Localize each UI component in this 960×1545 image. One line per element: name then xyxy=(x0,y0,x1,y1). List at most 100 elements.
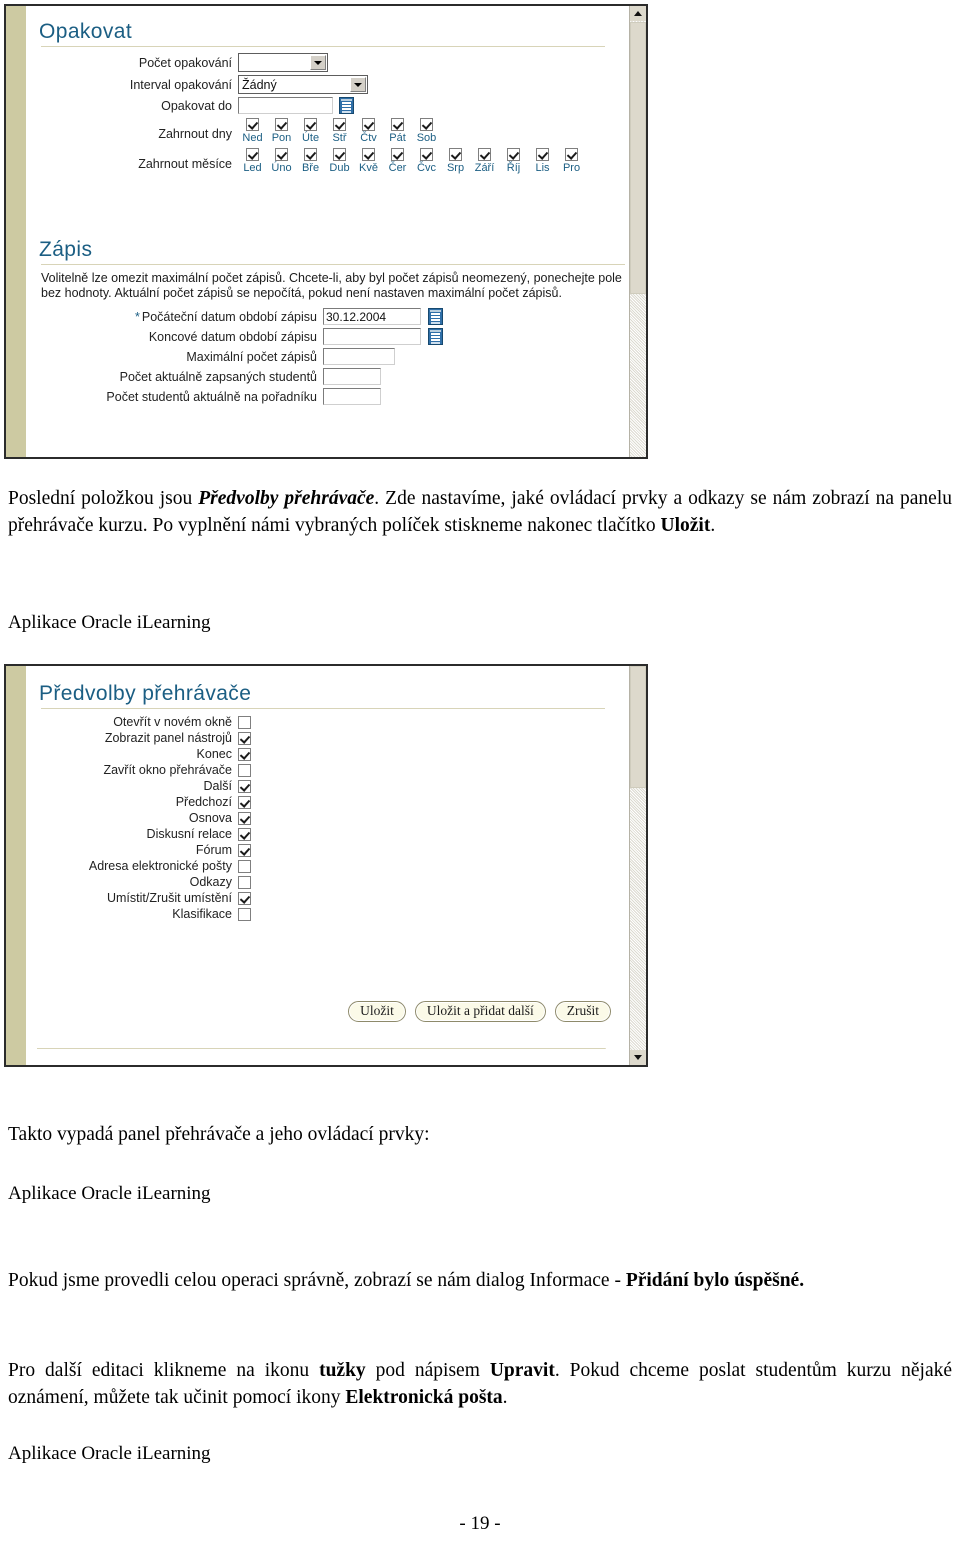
checkbox-forum[interactable] xyxy=(238,843,251,857)
label-pocet-opakovani: Počet opakování xyxy=(138,55,232,70)
select-interval-opakovani[interactable]: Žádný xyxy=(238,75,368,94)
section-heading-opakovat: Opakovat xyxy=(39,20,133,43)
scrollbar-thumb[interactable] xyxy=(630,666,646,788)
day-label: Pát xyxy=(389,132,406,144)
checkbox-led[interactable] xyxy=(246,148,259,161)
label-zavrit-okno-prehravace: Zavřít okno přehrávače xyxy=(103,763,232,777)
vertical-scrollbar-top[interactable] xyxy=(629,6,646,457)
checkbox-zavrit-okno-prehravace[interactable] xyxy=(238,763,251,777)
label-zobrazit-panel-nastroju: Zobrazit panel nástrojů xyxy=(104,731,232,745)
day-checkbox-sob[interactable]: Sob xyxy=(412,118,441,144)
checkbox-osnova[interactable] xyxy=(238,811,251,825)
checkbox-zobrazit-panel-nastroju[interactable] xyxy=(238,731,251,745)
scroll-down-arrow-icon[interactable] xyxy=(630,1050,646,1065)
checkbox-ute[interactable] xyxy=(304,118,317,131)
section-rule xyxy=(41,264,625,265)
label-odkazy: Odkazy xyxy=(189,875,232,889)
month-checkbox-bre[interactable]: Bře xyxy=(296,148,325,174)
day-checkbox-pon[interactable]: Pon xyxy=(267,118,296,144)
caption-aplikace-1: Aplikace Oracle iLearning xyxy=(8,612,211,633)
month-checkbox-led[interactable]: Led xyxy=(238,148,267,174)
calendar-icon[interactable] xyxy=(428,308,443,326)
month-checkbox-pro[interactable]: Pro xyxy=(557,148,586,174)
checkbox-diskusni-relace[interactable] xyxy=(238,827,251,841)
para3-part-a: Pokud jsme provedli celou operaci správn… xyxy=(8,1270,626,1291)
day-checkbox-str[interactable]: Stř xyxy=(325,118,354,144)
app-left-accent-strip xyxy=(6,6,27,457)
day-checkbox-ned[interactable]: Ned xyxy=(238,118,267,144)
scroll-up-arrow-icon[interactable] xyxy=(630,6,646,21)
day-checkbox-pat[interactable]: Pát xyxy=(383,118,412,144)
month-checkbox-cvc[interactable]: Čvc xyxy=(412,148,441,174)
pref-row-konec: Konec xyxy=(37,747,617,761)
section-description-zapis: Volitelně lze omezit maximální počet záp… xyxy=(41,271,622,300)
checkbox-klasifikace[interactable] xyxy=(238,907,251,921)
para4-strong-tuzky: tužky xyxy=(319,1360,366,1381)
checkbox-odkazy[interactable] xyxy=(238,875,251,889)
input-pocet-zapsanych-studentu[interactable] xyxy=(323,368,381,386)
checkbox-ned[interactable] xyxy=(246,118,259,131)
input-pocet-studentu-poradnik[interactable] xyxy=(323,388,381,406)
checkbox-adresa-elektronicke-posty[interactable] xyxy=(238,859,251,873)
label-opakovat-do: Opakovat do xyxy=(161,98,232,113)
section-heading-zapis: Zápis xyxy=(39,238,93,261)
checkbox-cer[interactable] xyxy=(391,148,404,161)
checkbox-zari[interactable] xyxy=(478,148,491,161)
paragraph-pokud-jsme-provedli: Pokud jsme provedli celou operaci správn… xyxy=(8,1268,952,1295)
month-checkbox-uno[interactable]: Úno xyxy=(267,148,296,174)
calendar-icon[interactable] xyxy=(339,97,354,114)
checkbox-predchozi[interactable] xyxy=(238,795,251,809)
checkbox-cvc[interactable] xyxy=(420,148,433,161)
checkbox-str[interactable] xyxy=(333,118,346,131)
scrollbar-thumb[interactable] xyxy=(630,22,646,294)
day-checkbox-ute[interactable]: Úte xyxy=(296,118,325,144)
save-button[interactable]: Uložit xyxy=(348,1001,406,1022)
month-label: Pro xyxy=(562,162,581,174)
pref-row-diskusni-relace: Diskusní relace xyxy=(37,827,617,841)
checkbox-konec[interactable] xyxy=(238,747,251,761)
save-and-add-another-button[interactable]: Uložit a přidat další xyxy=(414,1001,546,1022)
checkbox-dub[interactable] xyxy=(333,148,346,161)
checkbox-pro[interactable] xyxy=(565,148,578,161)
input-pocatecni-datum[interactable] xyxy=(323,308,421,326)
day-checkbox-ctv[interactable]: Čtv xyxy=(354,118,383,144)
month-checkbox-lis[interactable]: Lis xyxy=(528,148,557,174)
month-checkbox-dub[interactable]: Dub xyxy=(325,148,354,174)
checkbox-rij[interactable] xyxy=(507,148,520,161)
month-checkbox-cer[interactable]: Čer xyxy=(383,148,412,174)
checkbox-kve[interactable] xyxy=(362,148,375,161)
chevron-down-icon[interactable] xyxy=(310,55,326,70)
input-opakovat-do[interactable] xyxy=(238,97,333,114)
calendar-icon[interactable] xyxy=(428,328,443,346)
month-checkbox-srp[interactable]: Srp xyxy=(441,148,470,174)
paragraph-pro-dalsi-editaci: Pro další editaci klikneme na ikonu tužk… xyxy=(8,1358,952,1412)
cancel-button[interactable]: Zrušit xyxy=(554,1001,611,1022)
month-label: Kvě xyxy=(359,162,378,174)
checkbox-otevrit-nove-okno[interactable] xyxy=(238,715,251,729)
pref-row-forum: Fórum xyxy=(37,843,617,857)
month-label: Čer xyxy=(388,162,407,174)
month-checkbox-kve[interactable]: Kvě xyxy=(354,148,383,174)
pref-row-predchozi: Předchozí xyxy=(37,795,617,809)
checkbox-srp[interactable] xyxy=(449,148,462,161)
select-pocet-opakovani[interactable] xyxy=(238,53,328,72)
month-checkbox-rij[interactable]: Říj xyxy=(499,148,528,174)
label-maximalni-pocet-zapisu: Maximální počet zápisů xyxy=(186,349,317,364)
checkbox-uno[interactable] xyxy=(275,148,288,161)
para4-strong-upravit: Upravit xyxy=(489,1360,555,1381)
form-canvas-bottom: Předvolby přehrávače Otevřít v novém okn… xyxy=(27,666,646,1065)
checkbox-umistit-zrusit-umisteni[interactable] xyxy=(238,891,251,905)
month-label: Lis xyxy=(535,162,550,174)
checkbox-ctv[interactable] xyxy=(362,118,375,131)
checkbox-dalsi[interactable] xyxy=(238,779,251,793)
chevron-down-icon[interactable] xyxy=(350,77,366,92)
checkbox-bre[interactable] xyxy=(304,148,317,161)
vertical-scrollbar-bottom[interactable] xyxy=(629,666,646,1065)
month-checkbox-zari[interactable]: Září xyxy=(470,148,499,174)
checkbox-sob[interactable] xyxy=(420,118,433,131)
checkbox-pat[interactable] xyxy=(391,118,404,131)
checkbox-pon[interactable] xyxy=(275,118,288,131)
input-maximalni-pocet-zapisu[interactable] xyxy=(323,348,395,366)
checkbox-lis[interactable] xyxy=(536,148,549,161)
input-koncove-datum[interactable] xyxy=(323,328,421,346)
